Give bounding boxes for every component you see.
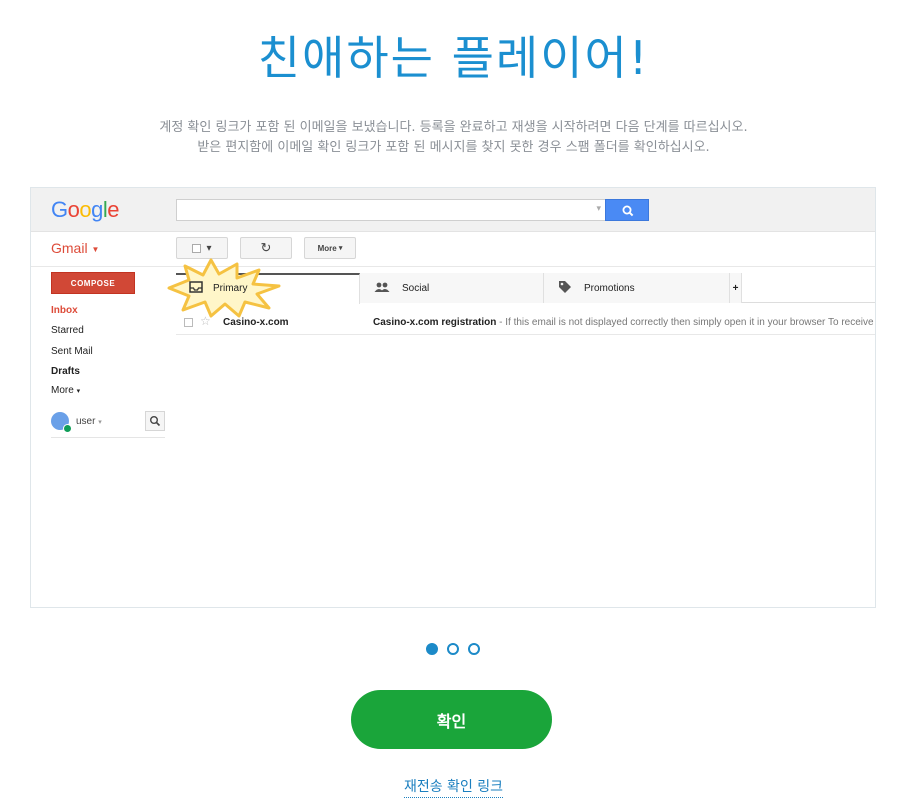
chevron-down-icon: ▾	[596, 203, 601, 213]
more-actions-button: More ▾	[304, 237, 356, 259]
chevron-down-icon: ▼	[91, 244, 100, 254]
tag-icon	[558, 280, 572, 297]
row-checkbox	[184, 318, 193, 327]
gmail-screenshot: Google ▾ Gmail ▼ ▾ ↻ More ▾ COMPOSE Inbo…	[30, 187, 876, 608]
nav-more: More ▾	[51, 385, 81, 396]
nav-inbox: Inbox	[51, 305, 78, 316]
resend-container: 재전송 확인 링크	[0, 776, 907, 798]
carousel-dot-3[interactable]	[468, 643, 480, 655]
carousel-dot-1[interactable]	[426, 643, 438, 655]
refresh-icon: ↻	[240, 237, 292, 259]
user-chip: user ▾	[51, 410, 165, 438]
username: user ▾	[76, 416, 102, 427]
avatar	[51, 412, 72, 433]
email-subject: Casino-x.com registration - If this emai…	[373, 317, 876, 328]
gmail-search-field: ▾	[176, 199, 606, 221]
compose-button: COMPOSE	[51, 272, 135, 294]
resend-confirmation-link[interactable]: 재전송 확인 링크	[403, 779, 504, 798]
gmail-label: Gmail ▼	[51, 240, 100, 256]
nav-sent-mail: Sent Mail	[51, 346, 93, 357]
inbox-icon	[189, 281, 203, 296]
chevron-down-icon: ▾	[206, 242, 212, 254]
page-title: 친애하는 플레이어!	[257, 31, 650, 85]
people-icon	[374, 281, 390, 296]
nav-starred: Starred	[51, 325, 84, 336]
star-icon: ☆	[200, 314, 211, 328]
search-icon	[622, 205, 634, 217]
tab-promotions: Promotions	[544, 273, 730, 303]
gmail-header: Google ▾	[31, 188, 875, 232]
nav-drafts: Drafts	[51, 366, 80, 377]
select-checkbox-button: ▾	[176, 237, 228, 259]
email-row: ☆ Casino-x.com Casino-x.com registration…	[176, 311, 876, 335]
google-logo: Google	[51, 197, 120, 222]
divider	[31, 266, 875, 267]
instructions: 계정 확인 링크가 포함 된 이메일을 보냈습니다. 등록을 완료하고 재생을 …	[0, 118, 907, 158]
add-tab-button: +	[730, 273, 742, 303]
primary-tab-highlighted: Primary	[189, 281, 259, 296]
carousel-dots	[426, 643, 480, 655]
instructions-line-2: 받은 편지함에 이메일 확인 링크가 포함 된 메시지를 찾지 못한 경우 스팸…	[197, 140, 710, 155]
gmail-search-button	[605, 199, 649, 221]
email-sender: Casino-x.com	[223, 317, 289, 328]
confirm-button[interactable]: 확인	[351, 690, 552, 749]
carousel-dot-2[interactable]	[447, 643, 459, 655]
instructions-line-1: 계정 확인 링크가 포함 된 이메일을 보냈습니다. 등록을 완료하고 재생을 …	[159, 120, 748, 135]
tab-social: Social	[360, 273, 544, 303]
search-icon	[145, 411, 165, 431]
